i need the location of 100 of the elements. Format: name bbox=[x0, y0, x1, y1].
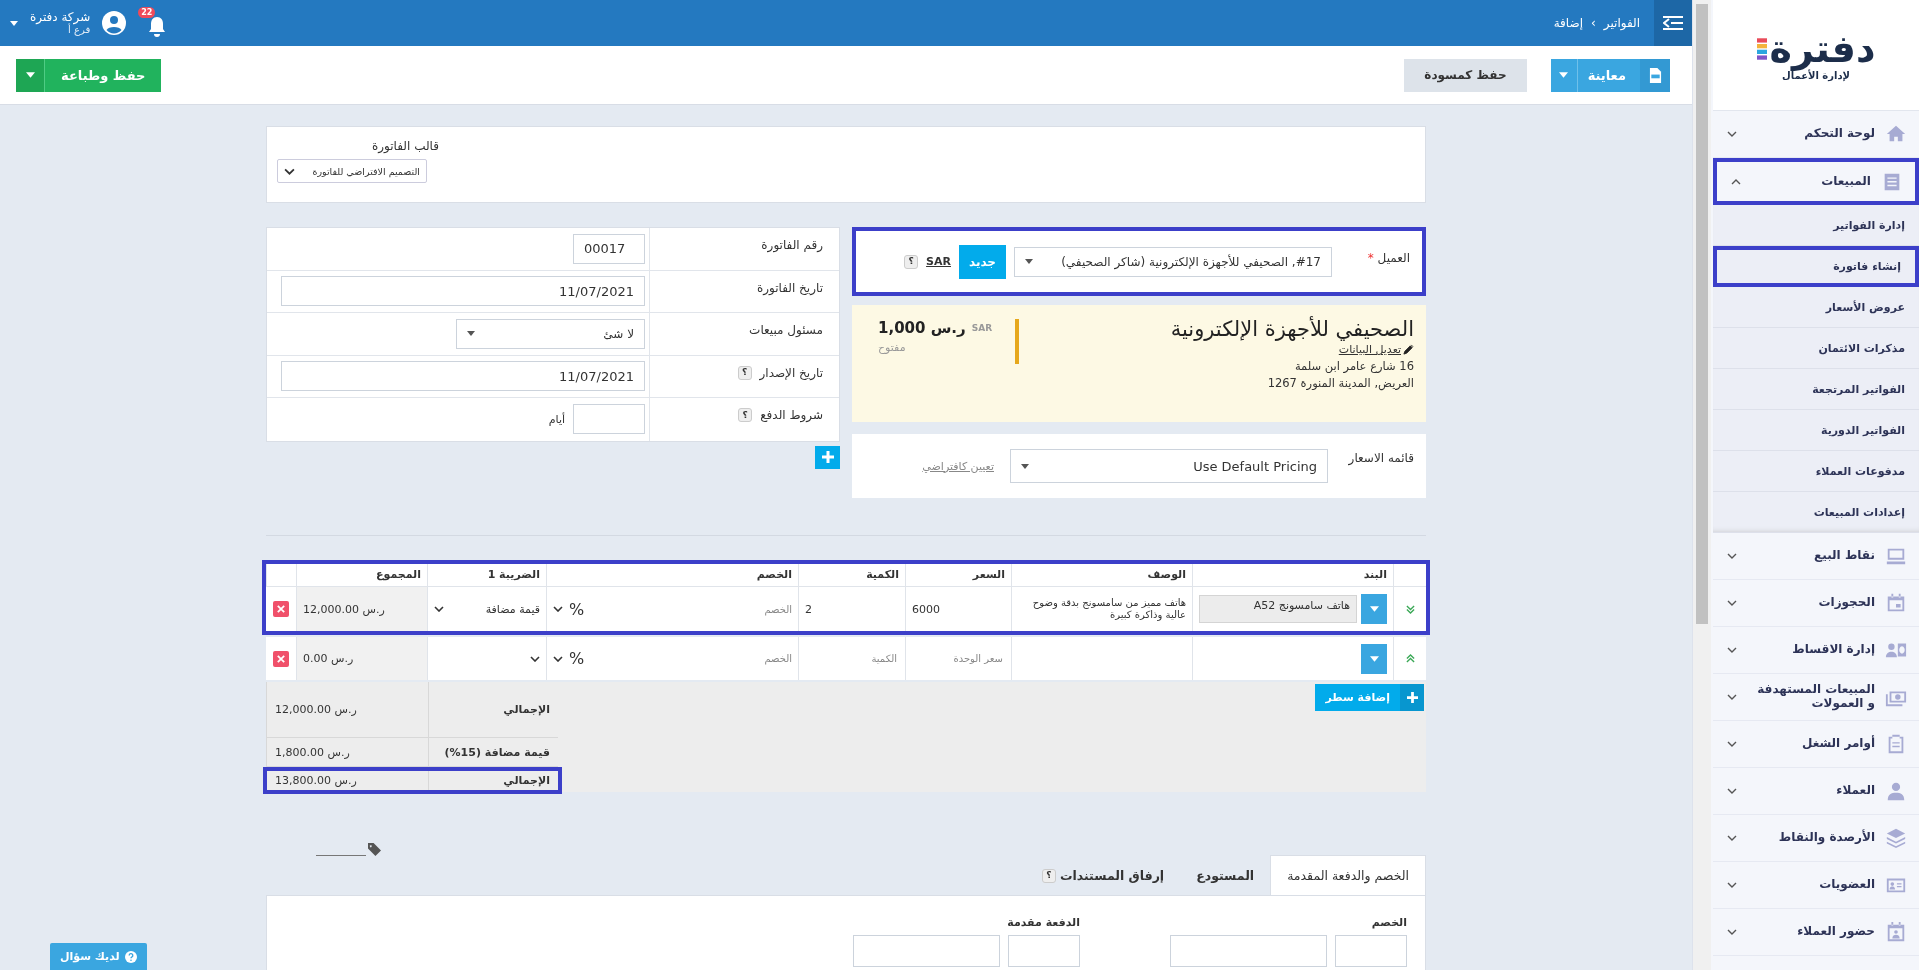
select-field[interactable] bbox=[853, 935, 1000, 967]
chevron-down-icon bbox=[553, 606, 563, 612]
tax-select[interactable]: قيمة مضافة bbox=[485, 602, 540, 616]
notifications-button[interactable]: 22 bbox=[138, 7, 169, 39]
submenu-item[interactable]: إعدادات المبيعات bbox=[1713, 492, 1919, 533]
double-chevron-down-icon[interactable] bbox=[1405, 603, 1415, 615]
field-label: شروط الدفع bbox=[760, 408, 823, 422]
save-draft-button[interactable]: حفظ كمسودة bbox=[1404, 58, 1527, 92]
set-default-link[interactable]: تعيين كافتراضي bbox=[922, 459, 994, 473]
sidebar-item[interactable]: المبيعات bbox=[1713, 158, 1919, 205]
scrollbar-thumb[interactable] bbox=[1696, 4, 1708, 624]
description-text[interactable]: هاتف مميز من سامسونج بدقة وضوح عالية وذاكرة كبيرة bbox=[1018, 597, 1186, 621]
logo-stripes-icon bbox=[1756, 37, 1767, 60]
item-dropdown-button[interactable] bbox=[1361, 643, 1387, 674]
chevron-down-icon[interactable] bbox=[1727, 882, 1737, 888]
line-total: 12,000.00 ر.س bbox=[303, 602, 385, 616]
chevron-down-icon[interactable] bbox=[1727, 553, 1737, 559]
discount-type-select[interactable]: % bbox=[553, 599, 585, 619]
scrollbar[interactable] bbox=[1693, 0, 1711, 970]
submenu-item[interactable]: مذكرات الائتمان bbox=[1713, 328, 1919, 369]
total-label: الإجمالي bbox=[428, 682, 558, 737]
select-field[interactable]: لا شئ bbox=[456, 318, 645, 349]
delete-row-button[interactable] bbox=[273, 650, 289, 667]
field-label: مسئول مبيعات bbox=[749, 323, 823, 337]
template-select[interactable]: التصميم الافتراضي للفاتورة bbox=[277, 159, 427, 183]
company-name[interactable]: شركة دفترة bbox=[30, 9, 91, 25]
close-icon bbox=[277, 654, 285, 663]
notification-badge: 22 bbox=[138, 7, 156, 18]
client-select[interactable]: #17, الصحيفي للأجهزة الإلكترونية (شاكر الصحيفي) bbox=[1014, 246, 1332, 277]
discount-type-select[interactable]: % bbox=[553, 649, 585, 668]
chevron-down-icon[interactable] bbox=[1727, 835, 1737, 841]
submenu-item[interactable]: إنشاء فاتورة bbox=[1713, 246, 1919, 287]
sidebar-item[interactable]: العضويات bbox=[1713, 862, 1919, 909]
field-label: قالب الفاتورة bbox=[372, 139, 439, 153]
menu-toggle-button[interactable] bbox=[1654, 0, 1692, 46]
input-field[interactable] bbox=[573, 404, 645, 435]
discount-field[interactable]: الخصم bbox=[764, 603, 792, 615]
plus-icon bbox=[821, 451, 834, 463]
dropdown-caret-icon[interactable] bbox=[16, 58, 45, 92]
sidebar-item[interactable]: العملاء bbox=[1713, 768, 1919, 815]
input-field[interactable] bbox=[1008, 935, 1080, 967]
sidebar-item[interactable]: إدارة الاقساط bbox=[1713, 627, 1919, 674]
date-field[interactable]: 11/07/2021 bbox=[281, 361, 645, 392]
tag-icon[interactable] bbox=[368, 842, 381, 856]
submenu-item[interactable]: الفواتير الدورية bbox=[1713, 410, 1919, 451]
chevron-down-icon[interactable] bbox=[1727, 647, 1737, 653]
currency-code: SAR bbox=[971, 323, 993, 333]
chevron-down-icon[interactable] bbox=[1727, 600, 1737, 606]
sidebar-item[interactable]: لوحة التحكم bbox=[1713, 111, 1919, 158]
price-field[interactable]: سعر الوحدة bbox=[953, 653, 1003, 664]
chevron-down-icon[interactable] bbox=[1727, 694, 1737, 700]
item-select[interactable]: هاتف سامسونج A52 bbox=[1199, 595, 1357, 623]
double-chevron-up-icon[interactable] bbox=[1405, 653, 1415, 664]
chevron-down-icon[interactable] bbox=[1727, 131, 1737, 137]
chevron-down-icon[interactable] bbox=[1727, 741, 1737, 747]
help-icon[interactable]: ؟ bbox=[1041, 868, 1056, 883]
chevron-down-icon[interactable] bbox=[1727, 929, 1737, 935]
submenu-item[interactable]: عروض الأسعار bbox=[1713, 287, 1919, 328]
tab[interactable]: الخصم والدفعة المقدمة bbox=[1270, 855, 1426, 895]
user-avatar-icon[interactable] bbox=[102, 11, 127, 35]
sidebar-item[interactable]: حضور العملاء bbox=[1713, 909, 1919, 956]
add-field-button[interactable] bbox=[815, 445, 840, 469]
submenu-item[interactable]: الفواتير المرتجعة bbox=[1713, 369, 1919, 410]
logo-tagline: لإدارة الأعمال bbox=[1782, 69, 1850, 81]
currency-link[interactable]: SAR bbox=[926, 255, 951, 268]
quantity-value[interactable]: 2 bbox=[805, 602, 812, 616]
help-icon[interactable]: ؟ bbox=[904, 254, 919, 269]
price-list-select[interactable]: Use Default Pricing bbox=[1010, 449, 1328, 483]
chevron-down-icon[interactable] bbox=[1727, 788, 1737, 794]
quantity-field[interactable]: الكمية bbox=[871, 653, 897, 664]
calendar-person-icon bbox=[1885, 921, 1907, 943]
input-field[interactable] bbox=[1335, 935, 1407, 967]
help-icon[interactable]: ؟ bbox=[738, 408, 753, 422]
sidebar-item[interactable]: نقاط البيع bbox=[1713, 533, 1919, 580]
price-value[interactable]: 6000 bbox=[912, 602, 940, 616]
select-field[interactable] bbox=[1170, 935, 1327, 967]
breadcrumb-link[interactable]: الفواتير bbox=[1603, 16, 1640, 30]
help-icon[interactable]: ؟ bbox=[737, 365, 752, 380]
chevron-down-icon[interactable] bbox=[530, 655, 540, 662]
chevron-up-icon[interactable] bbox=[1731, 178, 1741, 185]
status-text: مفتوح bbox=[878, 341, 906, 354]
input-field[interactable]: 00017 bbox=[573, 233, 645, 264]
discount-field[interactable]: الخصم bbox=[764, 653, 792, 664]
question-icon bbox=[124, 950, 137, 963]
date-field[interactable]: 11/07/2021 bbox=[281, 276, 645, 307]
tab[interactable]: المستودع bbox=[1180, 856, 1271, 895]
submenu-item[interactable]: إدارة الفواتير bbox=[1713, 205, 1919, 246]
edit-link[interactable]: تعديل البيانات bbox=[1338, 343, 1414, 356]
sidebar-item[interactable]: الحجوزات bbox=[1713, 580, 1919, 627]
sidebar-item[interactable]: المبيعات المستهدفة و العمولات bbox=[1713, 674, 1919, 721]
item-dropdown-button[interactable] bbox=[1361, 594, 1387, 624]
chevron-down-icon[interactable] bbox=[434, 606, 444, 612]
caret-icon bbox=[1025, 259, 1033, 264]
sidebar-item[interactable]: أوامر الشغل bbox=[1713, 721, 1919, 768]
sidebar-item[interactable]: الأرصدة والنقاط bbox=[1713, 815, 1919, 862]
delete-row-button[interactable] bbox=[273, 601, 289, 617]
field-label: تاريخ الفاتورة bbox=[756, 280, 823, 295]
submenu-item[interactable]: مدفوعات العملاء bbox=[1713, 451, 1919, 492]
tab[interactable]: إرفاق المستندات ؟ bbox=[1025, 856, 1181, 895]
unit-label: أيام bbox=[548, 412, 565, 426]
